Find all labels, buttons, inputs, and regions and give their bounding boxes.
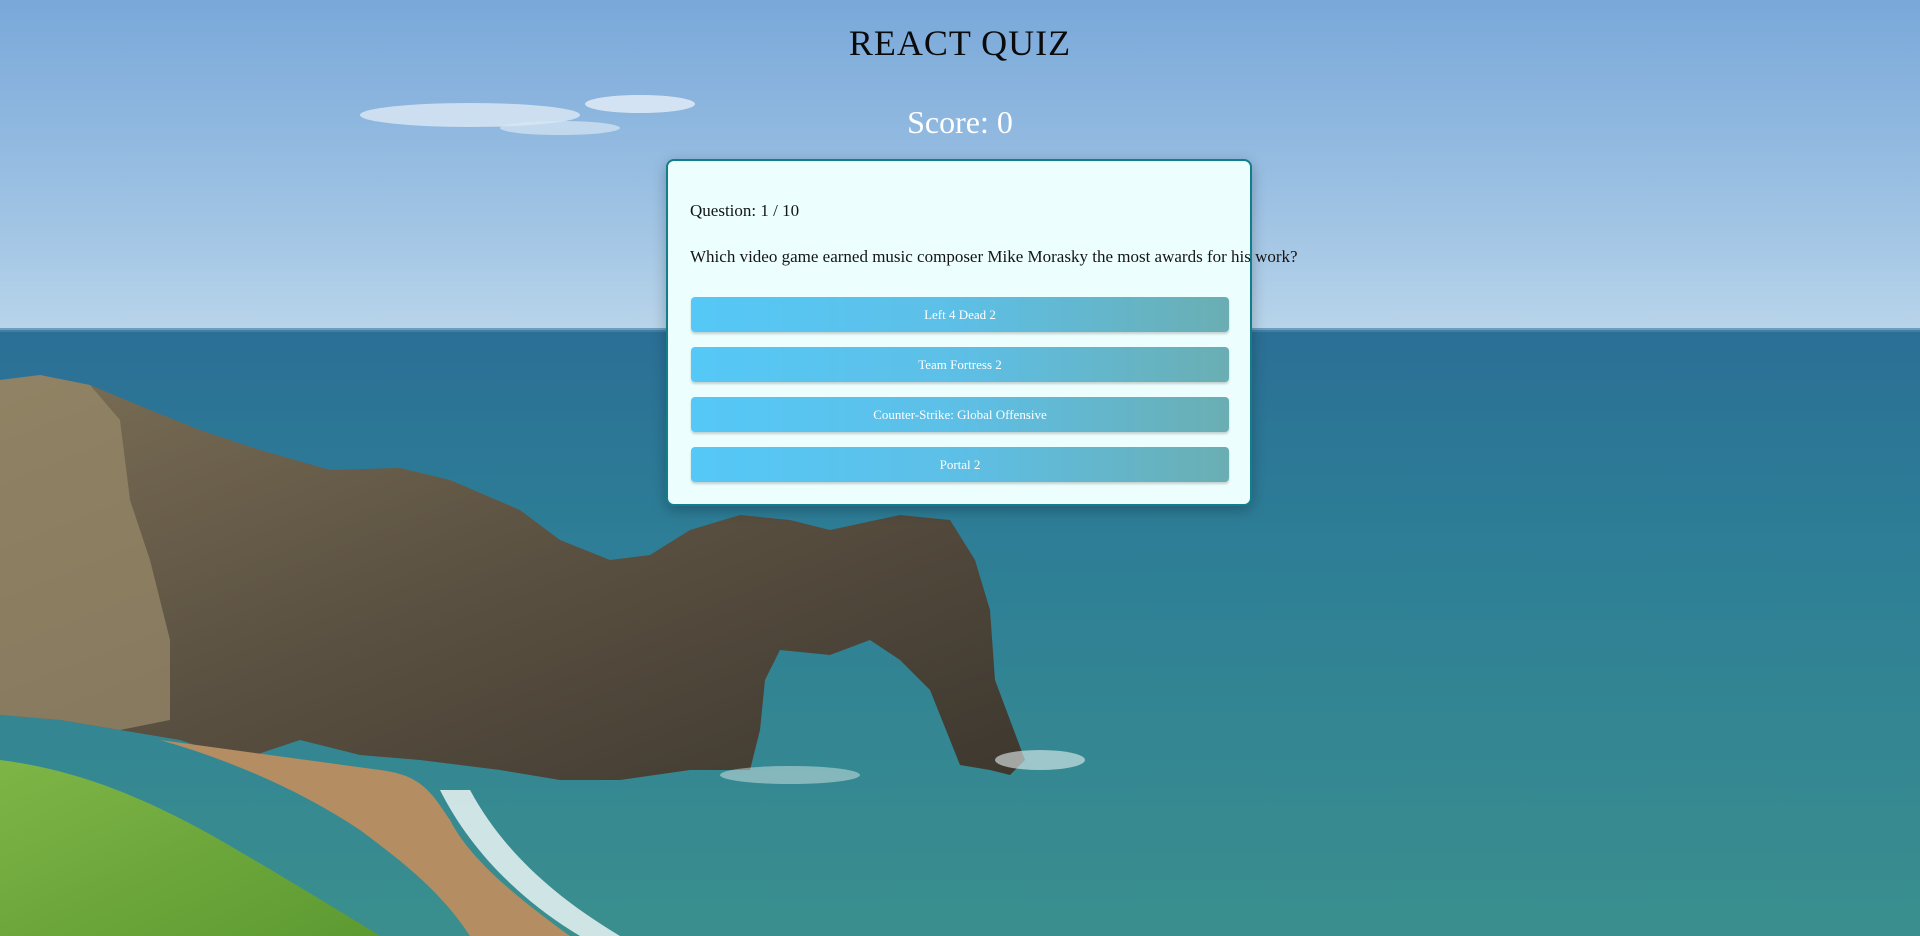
answer-button[interactable]: Left 4 Dead 2 — [691, 297, 1229, 332]
answer-button[interactable]: Portal 2 — [691, 447, 1229, 482]
question-counter: Question: 1 / 10 — [690, 201, 800, 220]
answer-list: Left 4 Dead 2 Team Fortress 2 Counter-St… — [691, 297, 1229, 497]
app-root: REACT QUIZ Score: 0 Question: 1 / 10 Whi… — [0, 0, 1920, 936]
score-display: Score: 0 — [907, 104, 1013, 140]
answer-button[interactable]: Counter-Strike: Global Offensive — [691, 397, 1229, 432]
answer-button[interactable]: Team Fortress 2 — [691, 347, 1229, 382]
question-card: Question: 1 / 10 Which video game earned… — [666, 159, 1298, 506]
question-text: Which video game earned music composer M… — [690, 247, 1298, 266]
page-title: REACT QUIZ — [848, 23, 1072, 63]
